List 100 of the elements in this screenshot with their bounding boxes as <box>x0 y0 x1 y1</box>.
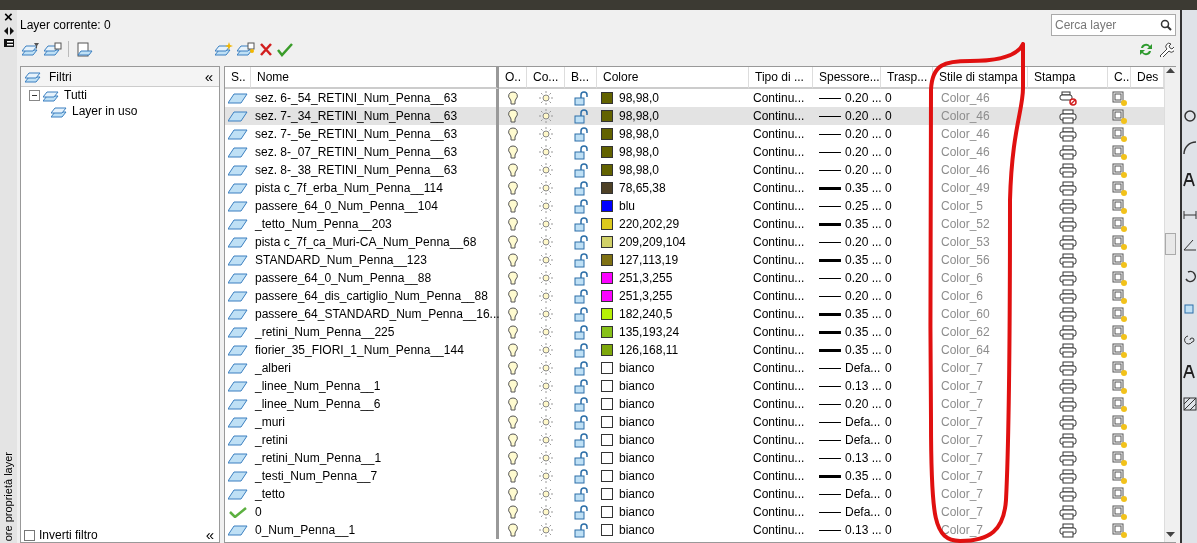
delete-icon[interactable] <box>259 41 273 57</box>
linetype-name[interactable]: Continu... <box>753 287 805 305</box>
sun-icon[interactable] <box>538 523 554 537</box>
lightbulb-icon[interactable] <box>507 378 519 394</box>
color-name[interactable]: 98,98,0 <box>619 161 660 179</box>
column-header[interactable]: O.. <box>499 67 527 89</box>
printer-icon[interactable] <box>1059 396 1077 412</box>
lightbulb-icon[interactable] <box>507 144 519 160</box>
viewport-freeze-icon[interactable] <box>1112 108 1127 124</box>
color-name[interactable]: 98,98,0 <box>619 89 660 107</box>
printer-icon[interactable] <box>1059 360 1077 376</box>
lightbulb-icon[interactable] <box>507 108 519 124</box>
unlocked-lock-icon[interactable] <box>573 432 589 448</box>
linetype-name[interactable]: Continu... <box>753 503 805 521</box>
printer-icon[interactable] <box>1059 198 1077 214</box>
table-row[interactable]: passere_64_STANDARD_Num_Penna__16... 182,240,5 Continu... 0.35 ... 0 Color_60 <box>225 305 1164 323</box>
viewport-freeze-icon[interactable] <box>1112 216 1127 232</box>
lineweight-value[interactable]: 0.13 ... <box>845 521 882 539</box>
viewport-freeze-icon[interactable] <box>1112 432 1127 448</box>
printer-icon[interactable] <box>1059 252 1077 268</box>
color-name[interactable]: bianco <box>619 359 655 377</box>
table-row[interactable]: STANDARD_Num_Penna__123 127,113,19 Continu... 0.35 ... 0 Color_56 <box>225 251 1164 269</box>
linetype-name[interactable]: Continu... <box>753 485 805 503</box>
layer-name[interactable]: sez. 8-_38_RETINI_Num_Penna__63 <box>255 161 458 179</box>
color-swatch[interactable] <box>601 326 613 338</box>
linetype-name[interactable]: Continu... <box>753 395 805 413</box>
transparency-value[interactable]: 0 <box>885 467 892 485</box>
sun-icon[interactable] <box>538 163 554 177</box>
unlocked-lock-icon[interactable] <box>573 126 589 142</box>
text-icon[interactable] <box>1182 173 1197 187</box>
lightbulb-icon[interactable] <box>507 504 519 520</box>
color-name[interactable]: 127,113,19 <box>619 251 679 269</box>
color-name[interactable]: bianco <box>619 449 655 467</box>
table-row[interactable]: _retini_Num_Penna__1 bianco Continu... 0.13 ... 0 Color_7 <box>225 449 1164 467</box>
transparency-value[interactable]: 0 <box>885 521 892 539</box>
linetype-name[interactable]: Continu... <box>753 467 805 485</box>
sun-icon[interactable] <box>538 397 554 411</box>
color-swatch[interactable] <box>601 344 613 356</box>
viewport-freeze-icon[interactable] <box>1112 306 1127 322</box>
column-header[interactable]: B... <box>565 67 597 89</box>
circle-icon[interactable] <box>1182 109 1197 123</box>
color-name[interactable]: blu <box>619 197 635 215</box>
column-header[interactable]: Stile di stampa <box>933 67 1028 89</box>
unlocked-lock-icon[interactable] <box>573 414 589 430</box>
transparency-value[interactable]: 0 <box>885 233 892 251</box>
color-swatch[interactable] <box>601 470 613 482</box>
printer-icon[interactable] <box>1059 342 1077 358</box>
lineweight-value[interactable]: 0.35 ... <box>845 467 882 485</box>
printer-icon[interactable] <box>1059 306 1077 322</box>
column-header[interactable]: Co... <box>527 67 565 89</box>
printer-icon[interactable] <box>1059 324 1077 340</box>
lineweight-value[interactable]: 0.20 ... <box>845 161 882 179</box>
color-swatch[interactable] <box>601 380 613 392</box>
viewport-freeze-icon[interactable] <box>1112 126 1127 142</box>
lightbulb-icon[interactable] <box>507 126 519 142</box>
color-name[interactable]: bianco <box>619 503 655 521</box>
printer-icon[interactable] <box>1059 234 1077 250</box>
viewport-freeze-icon[interactable] <box>1112 342 1127 358</box>
printer-icon[interactable] <box>1059 216 1077 232</box>
table-row[interactable]: _linee_Num_Penna__6 bianco Continu... 0.20 ... 0 Color_7 <box>225 395 1164 413</box>
layer-name[interactable]: _retini_Num_Penna__225 <box>255 323 395 341</box>
unlocked-lock-icon[interactable] <box>573 342 589 358</box>
lineweight-value[interactable]: 0.35 ... <box>845 323 882 341</box>
color-name[interactable]: 251,3,255 <box>619 269 673 287</box>
viewport-freeze-icon[interactable] <box>1112 378 1127 394</box>
column-header[interactable]: Nome <box>251 67 499 89</box>
transparency-value[interactable]: 0 <box>885 395 892 413</box>
color-name[interactable]: 98,98,0 <box>619 107 660 125</box>
tree-item[interactable]: Layer in uso <box>72 102 138 120</box>
linetype-name[interactable]: Continu... <box>753 449 805 467</box>
column-header[interactable]: S.. <box>225 67 251 89</box>
table-row[interactable]: _retini_Num_Penna__225 135,193,24 Continu... 0.35 ... 0 Color_62 <box>225 323 1164 341</box>
sun-icon[interactable] <box>538 127 554 141</box>
unlocked-lock-icon[interactable] <box>573 324 589 340</box>
viewport-freeze-icon[interactable] <box>1112 90 1127 106</box>
sun-icon[interactable] <box>538 487 554 501</box>
layer-name[interactable]: _tetto_Num_Penna__203 <box>255 215 392 233</box>
lineweight-value[interactable]: 0.35 ... <box>845 215 882 233</box>
linetype-name[interactable]: Continu... <box>753 107 805 125</box>
viewport-freeze-icon[interactable] <box>1112 486 1127 502</box>
unlocked-lock-icon[interactable] <box>573 180 589 196</box>
angle-icon[interactable] <box>1182 237 1197 251</box>
viewport-freeze-icon[interactable] <box>1112 144 1127 160</box>
printer-icon[interactable] <box>1059 486 1077 502</box>
layer-name[interactable]: sez. 8-_07_RETINI_Num_Penna__63 <box>255 143 458 161</box>
linetype-name[interactable]: Continu... <box>753 125 805 143</box>
printer-icon[interactable] <box>1059 522 1077 538</box>
lineweight-value[interactable]: 0.35 ... <box>845 179 882 197</box>
color-swatch[interactable] <box>601 452 613 464</box>
search-icon[interactable] <box>1160 19 1172 31</box>
lightbulb-icon[interactable] <box>507 486 519 502</box>
table-row[interactable]: sez. 7-_5e_RETINI_Num_Penna__63 98,98,0 Continu... 0.20 ... 0 Color_46 <box>225 125 1164 143</box>
color-name[interactable]: bianco <box>619 467 655 485</box>
sun-icon[interactable] <box>538 451 554 465</box>
color-swatch[interactable] <box>601 182 613 194</box>
sun-icon[interactable] <box>538 415 554 429</box>
lineweight-value[interactable]: Defa... <box>845 503 881 521</box>
sun-icon[interactable] <box>538 325 554 339</box>
transparency-value[interactable]: 0 <box>885 143 892 161</box>
lineweight-value[interactable]: 0.20 ... <box>845 143 882 161</box>
